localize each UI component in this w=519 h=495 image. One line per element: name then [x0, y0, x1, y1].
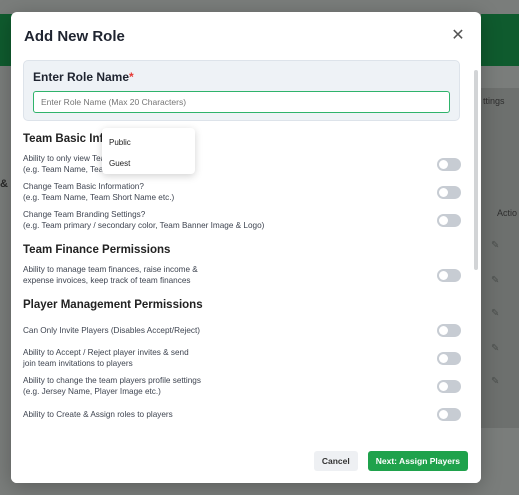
permission-line: (e.g. Team Name, Team Short Name etc.)	[23, 193, 175, 202]
next-assign-players-button[interactable]: Next: Assign Players	[367, 450, 468, 471]
permission-line: (e.g. Jersey Name, Player Image etc.)	[23, 387, 161, 396]
permission-toggle[interactable]	[437, 407, 461, 421]
permission-row: Ability to Accept / Reject player invite…	[23, 346, 463, 370]
permission-toggle[interactable]	[437, 351, 461, 365]
role-name-label: Enter Role Name*	[33, 70, 450, 84]
background-tab-label: ttings	[483, 96, 505, 106]
permission-row: Ability to manage team finances, raise i…	[23, 263, 463, 287]
modal-body: Enter Role Name* Team Basic Info Permiss…	[11, 60, 475, 438]
dropdown-option-public[interactable]: Public	[102, 132, 195, 153]
permission-line: Change Team Basic Information?	[23, 182, 144, 191]
cancel-button[interactable]: Cancel	[313, 450, 358, 471]
permission-text: Can Only Invite Players (Disables Accept…	[23, 325, 353, 336]
section-title-team-finance: Team Finance Permissions	[23, 244, 171, 256]
role-name-section: Enter Role Name*	[23, 60, 460, 121]
add-role-modal: Add New Role ✕ Enter Role Name* Team Bas…	[11, 12, 481, 483]
background-column-label: Actio	[496, 208, 517, 218]
permission-toggle[interactable]	[437, 268, 461, 282]
permission-line: Can Only Invite Players (Disables Accept…	[23, 325, 201, 335]
background-header-right	[481, 14, 519, 66]
permission-row: Ability to change the team players profi…	[23, 374, 463, 398]
modal-title: Add New Role	[24, 27, 125, 45]
permission-text: Ability to Create & Assign roles to play…	[23, 409, 353, 420]
permission-toggle[interactable]	[437, 323, 461, 337]
pencil-icon: ✎	[491, 308, 500, 319]
pencil-icon: ✎	[491, 376, 500, 387]
role-type-dropdown: Public Guest	[102, 128, 195, 174]
permission-toggle[interactable]	[437, 157, 461, 171]
section-title-team-basic: Team Basic Info Permissions	[23, 133, 182, 145]
permission-text: Ability to Accept / Reject player invite…	[23, 347, 353, 369]
permission-row: Ability to only view Team Basic Informat…	[23, 152, 463, 176]
permission-line: Ability to manage team finances, raise i…	[23, 265, 198, 274]
role-name-label-text: Enter Role Name	[33, 70, 130, 84]
section-title-player-management: Player Management Permissions	[23, 299, 203, 311]
pencil-icon: ✎	[491, 275, 500, 286]
pencil-icon: ✎	[491, 343, 500, 354]
permission-text: Change Team Branding Settings? (e.g. Tea…	[23, 209, 353, 231]
required-mark: *	[129, 70, 134, 84]
permission-text: Ability to change the team players profi…	[23, 375, 353, 397]
close-icon[interactable]: ✕	[449, 27, 467, 45]
permission-row: Change Team Basic Information? (e.g. Tea…	[23, 180, 463, 204]
scrollbar[interactable]	[474, 70, 478, 270]
permission-line: Change Team Branding Settings?	[23, 210, 146, 219]
permission-line: Ability to Create & Assign roles to play…	[23, 409, 173, 419]
permission-line: Ability to change the team players profi…	[23, 376, 201, 385]
permission-row: Change Team Branding Settings? (e.g. Tea…	[23, 208, 463, 232]
permission-text: Ability to manage team finances, raise i…	[23, 264, 353, 286]
permission-line: Ability to Accept / Reject player invite…	[23, 348, 189, 357]
role-name-input[interactable]	[33, 91, 450, 113]
permission-text: Change Team Basic Information? (e.g. Tea…	[23, 181, 353, 203]
permission-line: join team invitations to players	[23, 359, 133, 368]
permission-row: Can Only Invite Players (Disables Accept…	[23, 318, 463, 342]
dropdown-option-guest[interactable]: Guest	[102, 153, 195, 174]
modal-header: Add New Role ✕	[11, 12, 481, 60]
permission-row: Ability to Create & Assign roles to play…	[23, 402, 463, 426]
pencil-icon: ✎	[491, 240, 500, 251]
background-left-mark: &	[0, 178, 8, 190]
permission-line: expense invoices, keep track of team fin…	[23, 276, 191, 285]
permission-line: (e.g. Team primary / secondary color, Te…	[23, 221, 265, 230]
modal-footer: Cancel Next: Assign Players	[11, 438, 481, 483]
permission-toggle[interactable]	[437, 185, 461, 199]
permission-toggle[interactable]	[437, 213, 461, 227]
permission-toggle[interactable]	[437, 379, 461, 393]
